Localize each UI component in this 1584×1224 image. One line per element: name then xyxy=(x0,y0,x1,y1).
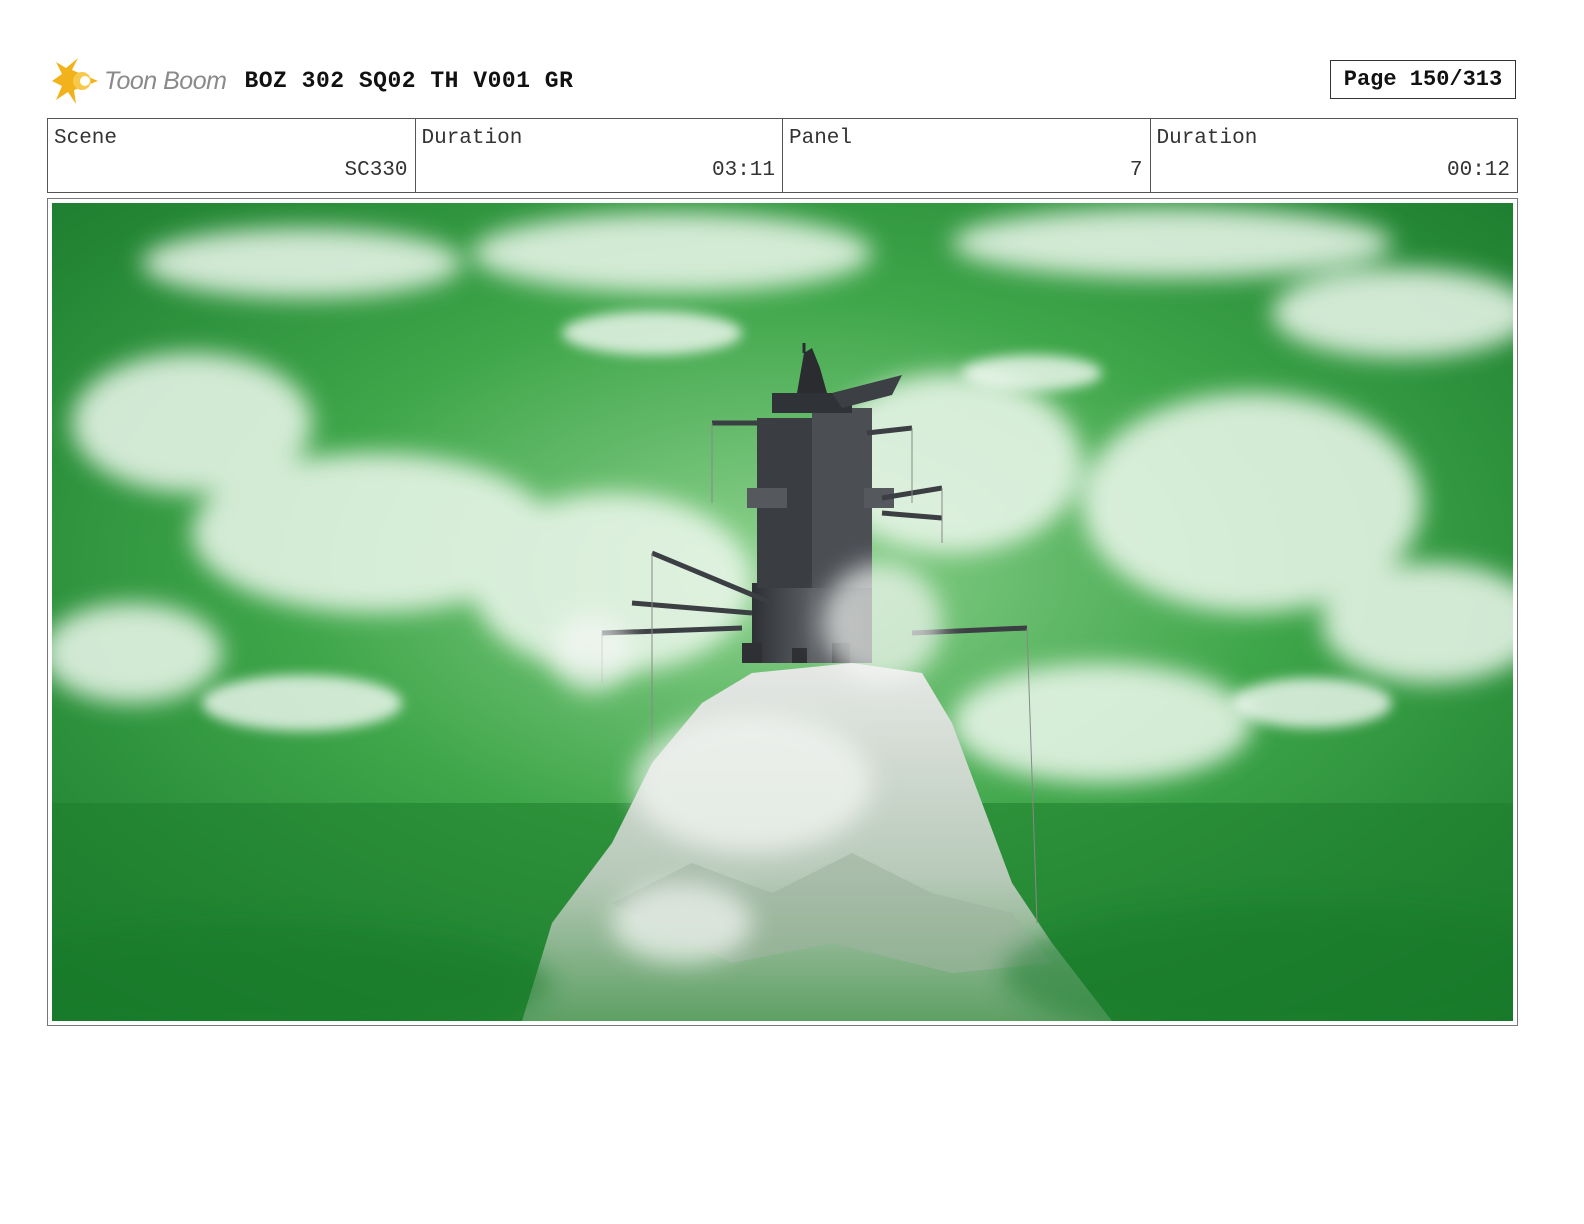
panel-artwork xyxy=(52,203,1513,1021)
panel-value: 7 xyxy=(1129,159,1143,182)
scene-duration-cell: Duration 03:11 xyxy=(416,119,783,192)
scene-duration-label: Duration xyxy=(421,127,523,150)
scene-cell: Scene SC330 xyxy=(48,119,416,192)
panel-duration-cell: Duration 00:12 xyxy=(1151,119,1518,192)
storyboard-header: Toon Boom BOZ 302 SQ02 TH V001 GR xyxy=(52,55,573,107)
toon-boom-logo: Toon Boom xyxy=(52,56,227,106)
storyboard-panel-frame xyxy=(47,198,1518,1026)
logo-wordmark: Toon Boom xyxy=(104,66,227,95)
panel-label: Panel xyxy=(789,127,853,150)
panel-cell: Panel 7 xyxy=(783,119,1151,192)
scene-info-table: Scene SC330 Duration 03:11 Panel 7 Durat… xyxy=(47,118,1518,193)
page-indicator: Page 150/313 xyxy=(1330,60,1516,99)
document-title: BOZ 302 SQ02 TH V001 GR xyxy=(244,68,574,94)
scene-value: SC330 xyxy=(344,159,408,182)
sun-logo-icon xyxy=(52,58,98,104)
tower-on-cliff-illustration xyxy=(52,203,1513,1021)
scene-duration-value: 03:11 xyxy=(711,159,775,182)
panel-duration-value: 00:12 xyxy=(1446,159,1510,182)
panel-duration-label: Duration xyxy=(1156,127,1258,150)
scene-label: Scene xyxy=(54,127,118,150)
